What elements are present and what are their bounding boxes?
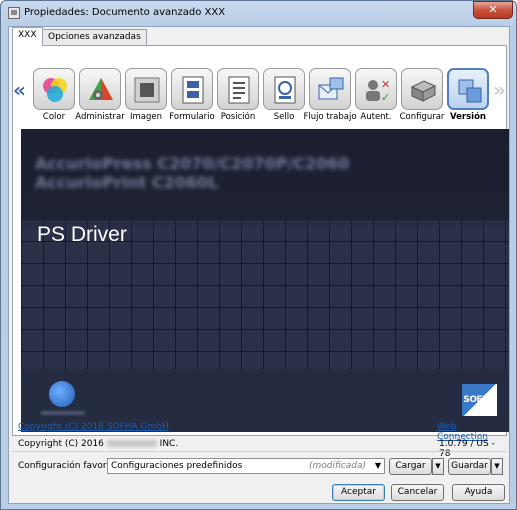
sofha-logo: SOFHA <box>462 384 497 416</box>
copyright-link[interactable]: Copyright (C) 2016 SOFHA GmbH <box>18 422 169 432</box>
color-icon <box>33 68 75 110</box>
ok-button[interactable]: Aceptar <box>332 484 385 501</box>
copyright-prefix: Copyright (C) 2016 <box>18 439 104 449</box>
favorites-label: Configuración favorita <box>18 461 119 471</box>
scroll-right-button[interactable]: » <box>493 78 506 102</box>
copyright-suffix: INC. <box>159 439 179 449</box>
product-line-1: AccurioPress C2070/C2070P/C2060 <box>35 154 350 173</box>
redacted-company <box>106 440 157 447</box>
flujo-trabajo-icon <box>309 68 351 110</box>
driver-name: PS Driver <box>37 223 127 246</box>
close-button[interactable]: ✕ <box>473 1 513 19</box>
save-menu-arrow[interactable]: ▼ <box>491 458 503 475</box>
tab-xxx[interactable]: XXX <box>12 27 43 46</box>
printer-icon <box>8 7 20 19</box>
tab-panel: « » Color Administrar Imagen Formulario … <box>12 45 509 436</box>
version-number: 1.0.79 / US - 78 <box>439 439 495 459</box>
autent-icon: ✕ ✓ <box>355 68 397 110</box>
product-line-2: AccurioPrint C2060L <box>35 173 219 192</box>
svg-text:✕: ✕ <box>381 78 390 91</box>
favorites-select[interactable]: Configuraciones predefinidos (modificada… <box>107 458 385 474</box>
imagen-icon <box>125 68 167 110</box>
favorites-value: Configuraciones predefinidos <box>111 461 243 471</box>
separator <box>12 451 507 452</box>
chevron-down-icon: ▼ <box>374 461 381 470</box>
version-icon <box>447 68 489 110</box>
tab-opciones-avanzadas[interactable]: Opciones avanzadas <box>42 29 147 46</box>
scroll-left-button[interactable]: « <box>13 78 26 102</box>
modified-tag: (modificada) <box>308 461 366 471</box>
cancel-button[interactable]: Cancelar <box>391 484 444 501</box>
title-bar[interactable]: Propiedades: Documento avanzado XXX ✕ <box>1 1 516 27</box>
konica-minolta-logo <box>49 381 75 407</box>
tool-version-label: Versión <box>450 112 486 122</box>
konica-minolta-wordmark <box>41 411 85 415</box>
help-button[interactable]: Ayuda <box>452 484 505 501</box>
svg-text:✓: ✓ <box>381 91 390 104</box>
load-button[interactable]: Cargar <box>389 458 432 475</box>
formulario-icon <box>171 68 213 110</box>
properties-window: Propiedades: Documento avanzado XXX ✕ XX… <box>0 0 517 510</box>
tool-version[interactable]: Versión <box>445 66 491 128</box>
sello-icon <box>263 68 305 110</box>
window-title: Propiedades: Documento avanzado XXX <box>24 7 226 18</box>
posicion-icon <box>217 68 259 110</box>
product-banner: AccurioPress C2070/C2070P/C2060 AccurioP… <box>21 129 509 432</box>
save-button[interactable]: Guardar <box>448 458 491 475</box>
configurar-icon <box>401 68 443 110</box>
copyright-text: Copyright (C) 2016 INC. <box>18 439 178 449</box>
administrar-icon <box>79 68 121 110</box>
load-menu-arrow[interactable]: ▼ <box>432 458 444 475</box>
dialog-body: XXX Opciones avanzadas « » Color Adminis… <box>8 26 510 504</box>
